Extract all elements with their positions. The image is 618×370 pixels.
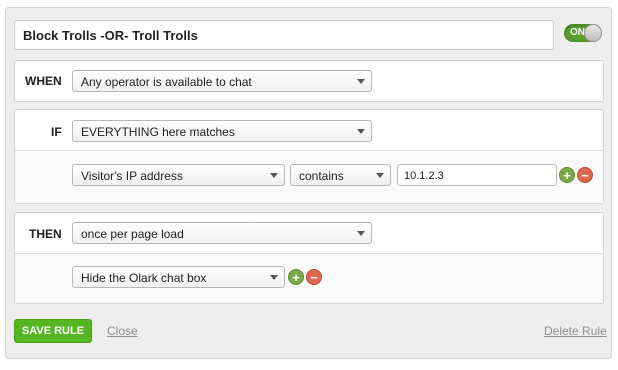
then-frequency-select[interactable]: once per page load	[72, 222, 372, 244]
remove-condition-button[interactable]: −	[577, 167, 593, 183]
when-condition-value: Any operator is available to chat	[81, 75, 252, 89]
save-rule-button[interactable]: SAVE RULE	[14, 319, 92, 343]
chevron-down-icon	[357, 231, 365, 236]
add-action-button[interactable]: +	[288, 269, 304, 285]
then-keyword: THEN	[29, 227, 62, 241]
chevron-down-icon	[270, 173, 278, 178]
criteria-operator-value: contains	[299, 169, 344, 183]
plus-icon: +	[292, 270, 300, 285]
delete-rule-link[interactable]: Delete Rule	[544, 324, 607, 338]
plus-icon: +	[563, 168, 571, 183]
if-section: IF EVERYTHING here matches Visitor's IP …	[14, 109, 604, 204]
if-match-mode-value: EVERYTHING here matches	[81, 125, 235, 139]
then-action-value: Hide the Olark chat box	[81, 271, 207, 285]
minus-icon: −	[581, 168, 589, 183]
if-match-mode-select[interactable]: EVERYTHING here matches	[72, 120, 372, 142]
then-frequency-value: once per page load	[81, 227, 184, 241]
then-action-select[interactable]: Hide the Olark chat box	[72, 266, 285, 288]
toggle-label: ON	[570, 27, 585, 38]
criteria-field-value: Visitor's IP address	[81, 169, 183, 183]
rule-enabled-toggle[interactable]: ON	[564, 24, 602, 42]
chevron-down-icon	[357, 129, 365, 134]
action-row: Hide the Olark chat box + −	[15, 254, 603, 303]
remove-action-button[interactable]: −	[306, 269, 322, 285]
criteria-row: Visitor's IP address contains 10.1.2.3 +…	[15, 151, 603, 203]
criteria-field-select[interactable]: Visitor's IP address	[72, 164, 285, 186]
when-section: WHEN Any operator is available to chat	[14, 60, 604, 102]
chevron-down-icon	[270, 275, 278, 280]
chevron-down-icon	[357, 79, 365, 84]
criteria-value-input[interactable]: 10.1.2.3	[397, 164, 557, 186]
then-section: THEN once per page load Hide the Olark c…	[14, 212, 604, 304]
chevron-down-icon	[376, 173, 384, 178]
rule-editor-card: Block Trolls -OR- Troll Trolls ON WHEN A…	[5, 7, 612, 359]
close-link[interactable]: Close	[107, 324, 138, 338]
add-condition-button[interactable]: +	[559, 167, 575, 183]
when-keyword: WHEN	[25, 74, 62, 88]
when-condition-select[interactable]: Any operator is available to chat	[72, 70, 372, 92]
minus-icon: −	[310, 270, 318, 285]
if-keyword: IF	[51, 125, 62, 139]
criteria-operator-select[interactable]: contains	[290, 164, 391, 186]
rule-title-input[interactable]: Block Trolls -OR- Troll Trolls	[14, 20, 554, 50]
toggle-knob	[584, 24, 602, 42]
